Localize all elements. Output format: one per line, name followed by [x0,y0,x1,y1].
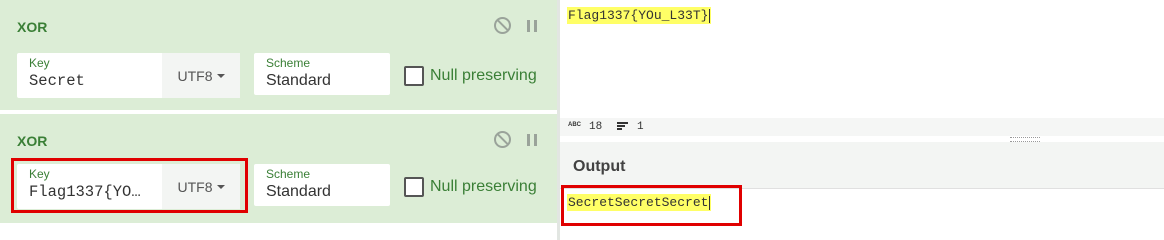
scheme-value[interactable]: Standard [266,72,331,90]
operation-title: XOR [17,19,48,35]
null-preserving-checkbox[interactable] [404,66,424,86]
xor-operation-1[interactable]: XOR Key Secret UTF8 Scheme Standard Null… [0,0,557,110]
output-title: Output [573,158,626,175]
key-encoding-dropdown[interactable]: UTF8 [162,53,240,98]
input-length: 18 [589,121,603,133]
key-highlight-annotation [11,158,248,213]
disable-icon[interactable] [494,17,511,34]
operation-title: XOR [17,133,48,149]
lines-icon [617,122,628,131]
key-input[interactable]: Secret [29,72,159,90]
abc-icon: ABC [568,122,581,128]
output-highlight-annotation [561,185,742,226]
input-pane[interactable]: Flag1337{YOu_L33T} [560,0,1164,118]
null-preserving-label: Null preserving [430,178,537,195]
text-cursor [709,8,711,23]
scheme-field[interactable]: Scheme Standard [254,164,390,206]
disable-icon[interactable] [494,131,511,148]
key-label: Key [29,56,50,70]
key-encoding-value: UTF8 [177,67,213,84]
input-line-count: 1 [637,121,644,133]
scheme-label: Scheme [266,167,311,181]
scheme-field[interactable]: Scheme Standard [254,53,390,95]
null-preserving-label: Null preserving [430,67,537,84]
pause-icon[interactable] [527,19,537,32]
scheme-value[interactable]: Standard [266,183,331,201]
input-text[interactable]: Flag1337{YOu_L33T} [567,7,712,24]
input-status-bar: ABC 18 1 [560,118,1164,136]
operation-controls [494,131,537,148]
pause-icon[interactable] [527,133,537,146]
input-text-value: Flag1337{YOu_L33T} [568,8,709,23]
output-header: Output [560,142,1164,189]
scheme-label: Scheme [266,56,311,70]
operation-controls [494,17,537,34]
key-field[interactable]: Key Secret UTF8 [17,53,240,98]
null-preserving-checkbox[interactable] [404,177,424,197]
null-preserving-option[interactable]: Null preserving [404,177,537,197]
recipe-panel: XOR Key Secret UTF8 Scheme Standard Null… [0,0,557,240]
chevron-down-icon [216,73,225,78]
null-preserving-option[interactable]: Null preserving [404,66,537,86]
